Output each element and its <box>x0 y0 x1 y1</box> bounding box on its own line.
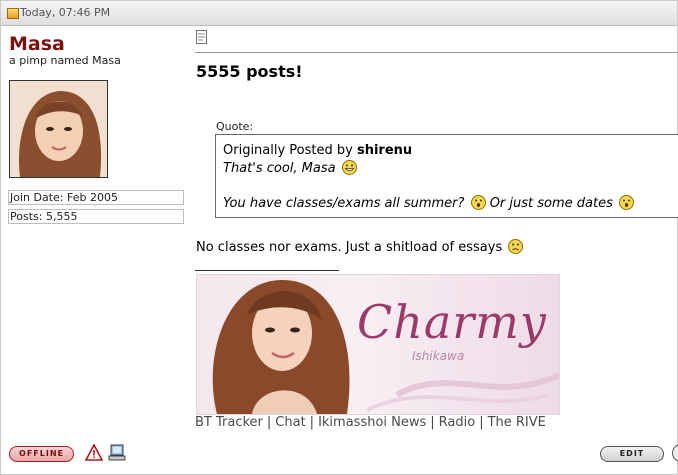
avatar <box>9 80 108 178</box>
user-info-column: Masa a pimp named Masa Join Date: Feb 20… <box>0 26 186 431</box>
edit-button[interactable]: EDIT <box>600 446 664 462</box>
banner-title: Charmy <box>357 295 547 349</box>
link-bt-tracker[interactable]: BT Tracker <box>195 415 263 430</box>
link-separator: | <box>479 415 484 430</box>
post-footer: OFFLINE EDIT <box>0 440 678 475</box>
report-post-icon[interactable] <box>85 444 103 462</box>
quote-text-1: That's cool, Masa <box>223 161 336 176</box>
surprised-smiley-icon <box>470 195 486 210</box>
link-the-rive[interactable]: The RIVE <box>488 415 546 430</box>
post-icon-page <box>196 30 207 44</box>
quote-line-2: You have classes/exams all summer? Or ju… <box>223 195 635 211</box>
quote-text-2b: Or just some dates <box>489 196 613 211</box>
signature-links: BT Tracker | Chat | Ikimasshoi News | Radio | Th… <box>195 415 546 430</box>
link-separator: | <box>266 415 272 430</box>
grin-smiley-icon <box>341 160 357 175</box>
quote-text-2a: You have classes/exams all summer? <box>223 196 465 211</box>
title-divider <box>195 52 678 53</box>
reply-text: No classes nor exams. Just a shitload of… <box>196 240 503 255</box>
post-title: 5555 posts! <box>196 62 303 81</box>
user-title: a pimp named Masa <box>9 54 121 67</box>
link-separator: | <box>309 415 315 430</box>
link-radio[interactable]: Radio <box>439 415 476 430</box>
signature-divider <box>195 270 339 271</box>
quote-box: Originally Posted by shirenu That's cool… <box>215 134 678 218</box>
sad-smiley-icon <box>508 239 524 254</box>
surprised-smiley-icon-2 <box>619 195 635 210</box>
quote-button[interactable] <box>672 444 678 462</box>
offline-status-badge: OFFLINE <box>9 446 74 462</box>
post-icon <box>7 8 19 19</box>
quote-attribution: Originally Posted by shirenu <box>223 143 412 158</box>
private-message-icon[interactable] <box>108 443 128 463</box>
signature-banner: Charmy Ishikawa <box>196 274 560 415</box>
post-header-bar: Today, 07:46 PM <box>1 1 677 26</box>
quote-prefix: Originally Posted by <box>223 143 353 158</box>
link-separator: | <box>430 415 435 430</box>
quote-author: shirenu <box>356 143 413 158</box>
link-chat[interactable]: Chat <box>275 415 305 430</box>
username-link[interactable]: Masa <box>9 33 65 55</box>
banner-subtitle: Ishikawa <box>412 349 465 363</box>
join-date: Join Date: Feb 2005 <box>8 190 184 205</box>
post-date: Today, 07:46 PM <box>20 6 111 19</box>
link-ikimasshoi-news[interactable]: Ikimasshoi News <box>318 415 426 430</box>
quote-label: Quote: <box>216 120 254 133</box>
post-count: Posts: 5,555 <box>8 209 184 224</box>
quote-line-1: That's cool, Masa <box>223 160 357 176</box>
post-body: No classes nor exams. Just a shitload of… <box>196 239 524 255</box>
